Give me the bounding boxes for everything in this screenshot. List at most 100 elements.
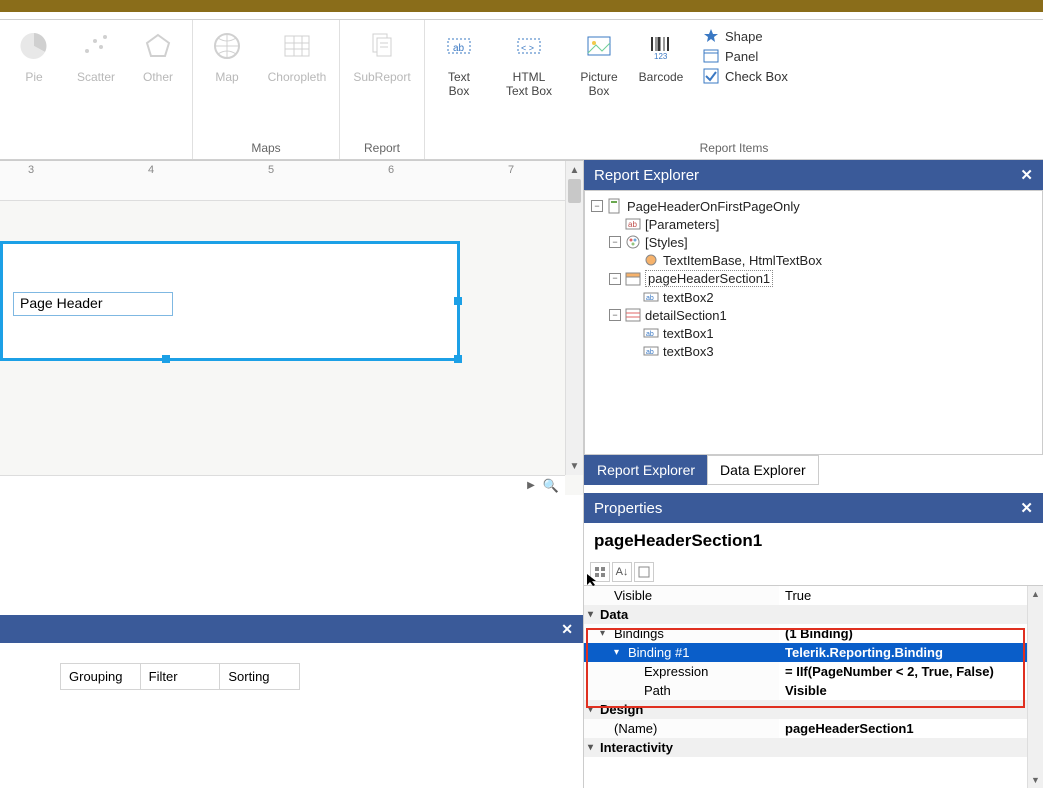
ribbon-toolbar: Pie Scatter Other Map bbox=[0, 20, 1043, 160]
checkbox-label: Check Box bbox=[725, 69, 788, 84]
tree-node-textbox1[interactable]: ab textBox1 bbox=[591, 324, 1036, 342]
prop-category-data[interactable]: ▾ Data bbox=[584, 605, 1043, 624]
properties-grid[interactable]: Visible True ▾ Data ▾Bindings (1 Binding)… bbox=[584, 586, 1043, 788]
resize-handle-corner[interactable] bbox=[454, 355, 462, 363]
prop-category-design[interactable]: ▾Design bbox=[584, 700, 1043, 719]
scroll-up-arrow[interactable]: ▲ bbox=[566, 161, 583, 179]
window-title-strip bbox=[0, 0, 1043, 12]
collapse-icon[interactable]: − bbox=[609, 309, 621, 321]
collapse-icon[interactable]: − bbox=[609, 236, 621, 248]
alphabetical-button[interactable]: A↓ bbox=[612, 562, 632, 582]
tree-node-root[interactable]: − PageHeaderOnFirstPageOnly bbox=[591, 197, 1036, 215]
chevron-down-icon[interactable]: ▾ bbox=[588, 742, 593, 753]
chevron-down-icon[interactable]: ▾ bbox=[600, 628, 605, 639]
cursor-icon bbox=[586, 573, 600, 587]
picturebox-button[interactable]: Picture Box bbox=[571, 28, 627, 98]
design-surface[interactable]: ▼ 3 4 5 6 7 Page Header ▲ ▼ bbox=[0, 160, 583, 495]
prop-value[interactable]: Visible bbox=[779, 681, 1043, 700]
scroll-thumb[interactable] bbox=[568, 179, 581, 203]
props-vertical-scrollbar[interactable]: ▲ ▼ bbox=[1027, 586, 1043, 788]
scroll-down-arrow[interactable]: ▼ bbox=[1028, 772, 1043, 788]
pie-chart-button[interactable]: Pie bbox=[6, 28, 62, 84]
textbox-item-icon: ab bbox=[643, 325, 659, 341]
ruler-tick: 6 bbox=[388, 164, 394, 176]
svg-text:ab: ab bbox=[628, 220, 637, 229]
close-icon[interactable]: ✕ bbox=[1020, 166, 1033, 184]
tree-label: textBox1 bbox=[663, 326, 714, 341]
tree-node-style-item[interactable]: TextItemBase, HtmlTextBox bbox=[591, 251, 1036, 269]
report-canvas[interactable]: Page Header bbox=[0, 201, 583, 461]
scroll-down-arrow[interactable]: ▼ bbox=[566, 457, 583, 475]
htmltextbox-button[interactable]: < > HTML Text Box bbox=[493, 28, 565, 98]
tab-data-explorer[interactable]: Data Explorer bbox=[707, 455, 819, 485]
tree-node-parameters[interactable]: ab [Parameters] bbox=[591, 215, 1036, 233]
report-explorer-tree[interactable]: − PageHeaderOnFirstPageOnly ab [Paramete… bbox=[584, 190, 1043, 455]
prop-value[interactable]: (1 Binding) bbox=[779, 624, 1043, 643]
bottom-panel-header[interactable]: ✕ bbox=[0, 615, 583, 643]
category-label: Data bbox=[600, 607, 628, 622]
grouping-column[interactable]: Grouping bbox=[61, 664, 141, 689]
property-pages-button[interactable] bbox=[634, 562, 654, 582]
prop-row-expression[interactable]: Expression = IIf(PageNumber < 2, True, F… bbox=[584, 662, 1043, 681]
prop-row-name[interactable]: (Name) pageHeaderSection1 bbox=[584, 719, 1043, 738]
tab-report-explorer[interactable]: Report Explorer bbox=[584, 455, 708, 485]
textbox-button[interactable]: ab Text Box bbox=[431, 28, 487, 98]
panel-button[interactable]: Panel bbox=[703, 48, 788, 64]
chevron-down-icon[interactable]: ▾ bbox=[588, 609, 593, 620]
resize-handle-right[interactable] bbox=[454, 297, 462, 305]
barcode-button[interactable]: 123 Barcode bbox=[633, 28, 689, 84]
sorting-column[interactable]: Sorting bbox=[220, 664, 299, 689]
ribbon-group-charts: Pie Scatter Other bbox=[0, 20, 193, 159]
prop-value[interactable]: Telerik.Reporting.Binding bbox=[779, 643, 1043, 662]
page-header-textbox[interactable]: Page Header bbox=[13, 292, 173, 316]
panel-icon bbox=[703, 48, 719, 64]
svg-text:ab: ab bbox=[646, 295, 654, 302]
vertical-scrollbar[interactable]: ▲ ▼ bbox=[565, 161, 583, 475]
page-header-section[interactable]: Page Header bbox=[0, 241, 460, 361]
tree-node-textbox3[interactable]: ab textBox3 bbox=[591, 342, 1036, 360]
collapse-icon[interactable]: − bbox=[609, 273, 621, 285]
subreport-button[interactable]: SubReport bbox=[346, 28, 418, 84]
other-chart-button[interactable]: Other bbox=[130, 28, 186, 84]
prop-value[interactable]: = IIf(PageNumber < 2, True, False) bbox=[779, 662, 1043, 681]
collapse-icon[interactable]: − bbox=[591, 200, 603, 212]
filter-column[interactable]: Filter bbox=[141, 664, 221, 689]
scatter-chart-button[interactable]: Scatter bbox=[68, 28, 124, 84]
properties-title-text: Properties bbox=[594, 500, 662, 517]
scroll-right-arrow[interactable]: ▶ bbox=[527, 480, 535, 491]
chevron-down-icon[interactable]: ▾ bbox=[588, 704, 593, 715]
tree-node-pageheader[interactable]: − pageHeaderSection1 bbox=[591, 269, 1036, 288]
textbox-item-icon: ab bbox=[643, 289, 659, 305]
report-explorer-title: Report Explorer ✕ bbox=[584, 160, 1043, 190]
prop-row-binding1[interactable]: ▾Binding #1 Telerik.Reporting.Binding bbox=[584, 643, 1043, 662]
tree-node-styles[interactable]: − [Styles] bbox=[591, 233, 1036, 251]
prop-value[interactable]: True bbox=[779, 586, 1043, 605]
close-icon[interactable]: ✕ bbox=[1020, 499, 1033, 517]
scroll-up-arrow[interactable]: ▲ bbox=[1028, 586, 1043, 602]
scatter-label: Scatter bbox=[77, 70, 115, 84]
zoom-icon[interactable]: 🔍 bbox=[543, 478, 559, 494]
tree-node-textbox2[interactable]: ab textBox2 bbox=[591, 288, 1036, 306]
tree-label: textBox3 bbox=[663, 344, 714, 359]
svg-text:123: 123 bbox=[654, 52, 668, 61]
svg-text:ab: ab bbox=[646, 331, 654, 338]
prop-category-interactivity[interactable]: ▾Interactivity bbox=[584, 738, 1043, 757]
properties-title: Properties ✕ bbox=[584, 493, 1043, 523]
checkbox-button[interactable]: Check Box bbox=[703, 68, 788, 84]
chevron-down-icon[interactable]: ▾ bbox=[614, 647, 619, 658]
close-icon[interactable]: ✕ bbox=[561, 621, 573, 638]
tree-node-detail[interactable]: − detailSection1 bbox=[591, 306, 1036, 324]
prop-row-visible[interactable]: Visible True bbox=[584, 586, 1043, 605]
ribbon-group-report-items: ab Text Box < > HTML Text Box Picture Bo… bbox=[425, 20, 1043, 159]
map-button[interactable]: Map bbox=[199, 28, 255, 84]
prop-value[interactable]: pageHeaderSection1 bbox=[779, 719, 1043, 738]
prop-row-path[interactable]: Path Visible bbox=[584, 681, 1043, 700]
prop-row-bindings[interactable]: ▾Bindings (1 Binding) bbox=[584, 624, 1043, 643]
horizontal-scrollbar[interactable]: ▶ 🔍 bbox=[0, 475, 565, 495]
shape-panel-list: Shape Panel Check Box bbox=[703, 28, 788, 84]
choropleth-button[interactable]: Choropleth bbox=[261, 28, 333, 84]
resize-handle-bottom[interactable] bbox=[162, 355, 170, 363]
shape-button[interactable]: Shape bbox=[703, 28, 788, 44]
section-icon bbox=[625, 271, 641, 287]
choropleth-icon bbox=[279, 28, 315, 64]
